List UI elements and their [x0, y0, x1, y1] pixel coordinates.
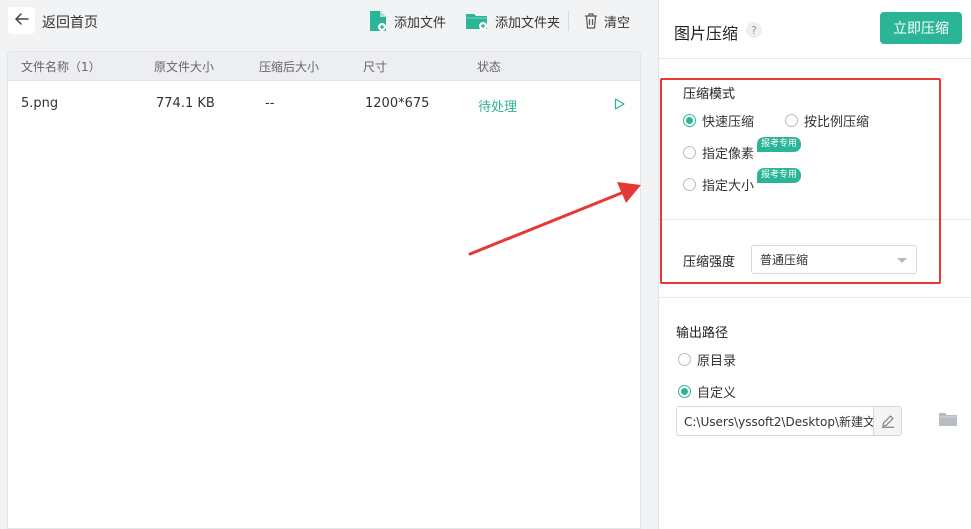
file-list-area: 返回首页 添加文件 添加文件夹 清空 文件名称（1） 原文件大小 压缩后大小 尺…	[0, 0, 658, 529]
radio-label: 原目录	[697, 354, 737, 369]
exam-badge: 报考专用	[757, 168, 802, 183]
radio-label: 指定像素	[702, 147, 755, 162]
radio-specify-size[interactable]: 指定大小	[683, 175, 754, 194]
trash-icon	[584, 13, 598, 29]
clear-label: 清空	[604, 15, 631, 31]
compress-now-button[interactable]: 立即压缩	[880, 12, 962, 44]
radio-dot	[683, 178, 696, 191]
back-button[interactable]	[8, 7, 35, 34]
column-header-name: 文件名称（1）	[21, 59, 101, 74]
chevron-down-icon	[897, 258, 907, 263]
back-label[interactable]: 返回首页	[42, 12, 98, 32]
column-header-compressed-size: 压缩后大小	[259, 59, 320, 74]
radio-dot	[683, 114, 696, 127]
radio-original-dir[interactable]: 原目录	[678, 350, 736, 369]
play-icon[interactable]	[614, 98, 625, 114]
table-header: 文件名称（1） 原文件大小 压缩后大小 尺寸 状态	[8, 52, 640, 81]
add-folder-button[interactable]: 添加文件夹	[465, 10, 560, 32]
radio-fast-compress[interactable]: 快速压缩	[683, 111, 754, 130]
cell-status: 待处理	[478, 100, 518, 115]
exam-badge: 报考专用	[757, 137, 802, 152]
help-icon[interactable]: ?	[746, 22, 762, 38]
clear-button[interactable]: 清空	[584, 10, 630, 32]
edit-pen-icon[interactable]	[873, 407, 901, 435]
divider	[659, 58, 971, 59]
toolbar-divider	[568, 11, 569, 31]
settings-panel: 图片压缩 ? 立即压缩 压缩模式 快速压缩 按比例压缩 指定像素 报考专用 指定…	[658, 0, 971, 529]
cell-orig-size: 774.1 KB	[156, 96, 215, 111]
output-path-text: C:\Users\yssoft2\Desktop\新建文件夹	[684, 414, 873, 429]
radio-dot	[678, 353, 691, 366]
radio-label: 按比例压缩	[804, 115, 870, 130]
back-arrow-icon	[14, 12, 29, 29]
radio-ratio-compress[interactable]: 按比例压缩	[785, 111, 869, 130]
cell-compressed-size: --	[265, 96, 275, 111]
strength-select[interactable]: 普通压缩	[751, 245, 917, 274]
radio-custom-dir[interactable]: 自定义	[678, 382, 736, 401]
add-file-icon	[368, 10, 388, 32]
radio-label: 自定义	[697, 386, 737, 401]
radio-label: 指定大小	[702, 179, 755, 194]
add-folder-label: 添加文件夹	[495, 15, 561, 31]
strength-label: 压缩强度	[683, 255, 736, 270]
divider	[659, 297, 971, 298]
cell-dimensions: 1200*675	[365, 96, 430, 111]
radio-specify-pixels[interactable]: 指定像素	[683, 143, 754, 162]
table-row[interactable]: 5.png 774.1 KB -- 1200*675 待处理	[8, 82, 640, 126]
cell-file-name: 5.png	[21, 96, 59, 111]
radio-dot	[678, 385, 691, 398]
radio-label: 快速压缩	[702, 115, 755, 130]
add-file-button[interactable]: 添加文件	[368, 10, 446, 32]
output-label: 输出路径	[676, 326, 729, 341]
strength-value: 普通压缩	[760, 253, 809, 267]
add-folder-icon	[465, 11, 489, 31]
column-header-status: 状态	[477, 59, 502, 74]
column-header-orig-size: 原文件大小	[154, 59, 215, 74]
radio-dot	[683, 146, 696, 159]
column-header-dimensions: 尺寸	[363, 59, 388, 74]
file-table: 文件名称（1） 原文件大小 压缩后大小 尺寸 状态 5.png 774.1 KB…	[7, 51, 641, 529]
panel-title: 图片压缩	[674, 24, 739, 43]
mode-label: 压缩模式	[683, 87, 736, 102]
divider	[659, 219, 971, 220]
radio-dot	[785, 114, 798, 127]
add-file-label: 添加文件	[394, 15, 447, 31]
output-path-field[interactable]: C:\Users\yssoft2\Desktop\新建文件夹	[676, 406, 902, 436]
folder-icon[interactable]	[938, 411, 958, 431]
